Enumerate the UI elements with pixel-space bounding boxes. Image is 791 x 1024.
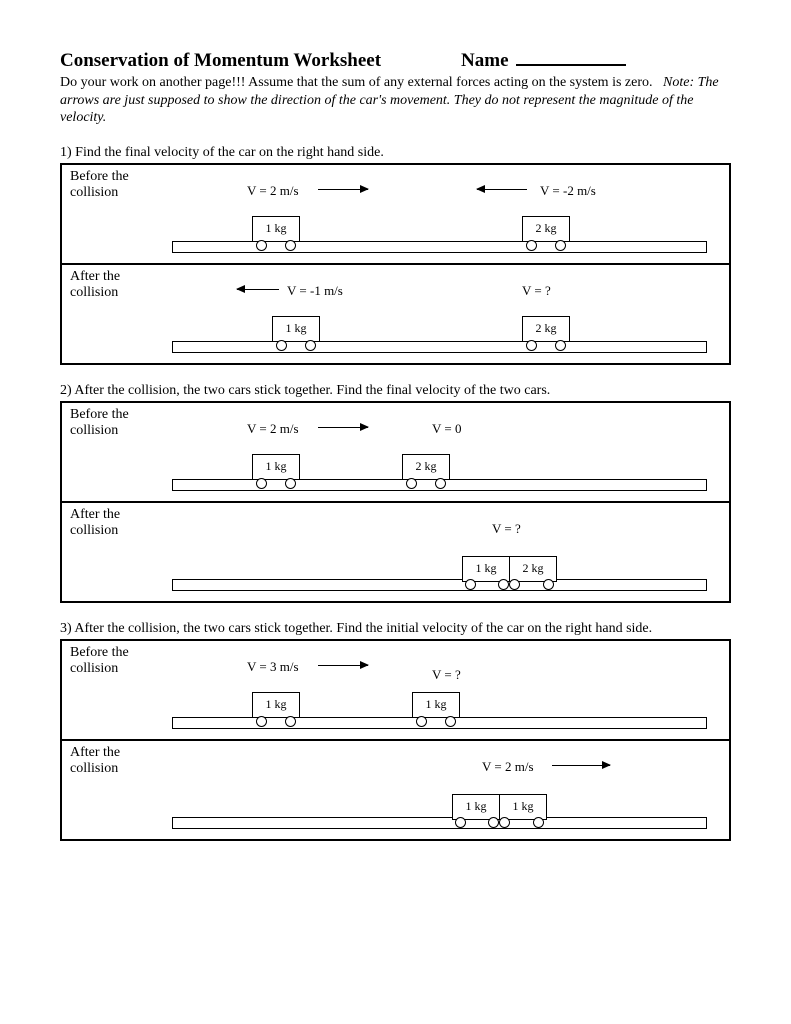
- instructions-text: Do your work on another page!!! Assume t…: [60, 75, 653, 90]
- wheel-icon: [499, 817, 510, 828]
- wheel-icon: [509, 579, 520, 590]
- problem-3-after-panel: After the collision V = 2 m/s 1 kg 1 kg: [62, 739, 729, 839]
- arrow-right-icon: [318, 665, 368, 666]
- problem-1-after-panel: After the collision V = -1 m/s 1 kg V = …: [62, 263, 729, 363]
- velocity-label: V = -2 m/s: [540, 183, 596, 199]
- arrow-right-icon: [318, 427, 368, 428]
- track: [172, 717, 707, 729]
- car-mass: 1 kg: [426, 697, 447, 712]
- wheel-icon: [305, 340, 316, 351]
- problem-1-box: Before the collision V = 2 m/s 1 kg V = …: [60, 163, 731, 365]
- wheel-icon: [465, 579, 476, 590]
- car-mass-2: 2 kg: [510, 556, 557, 582]
- car-1: 1 kg: [252, 454, 300, 480]
- wheel-icon: [285, 716, 296, 727]
- car-mass: 2 kg: [536, 221, 557, 236]
- velocity-label: V = ?: [492, 521, 521, 537]
- car-1: 1 kg: [252, 692, 300, 718]
- velocity-label: V = 2 m/s: [247, 421, 299, 437]
- wheel-icon: [416, 716, 427, 727]
- car-mass-1: 1 kg: [462, 556, 510, 582]
- car-2: 1 kg: [412, 692, 460, 718]
- track: [172, 579, 707, 591]
- arrow-right-icon: [552, 765, 610, 766]
- arrow-right-icon: [318, 189, 368, 190]
- problem-2-after-panel: After the collision V = ? 1 kg 2 kg: [62, 501, 729, 601]
- car-mass-2: 1 kg: [500, 794, 547, 820]
- worksheet-title: Conservation of Momentum Worksheet: [60, 50, 381, 72]
- wheel-icon: [455, 817, 466, 828]
- header: Conservation of Momentum Worksheet Name: [60, 50, 731, 72]
- velocity-label: V = ?: [432, 667, 461, 683]
- wheel-icon: [435, 478, 446, 489]
- question-3-text: 3) After the collision, the two cars sti…: [60, 621, 731, 637]
- name-field: Name: [461, 50, 626, 72]
- wheel-icon: [555, 340, 566, 351]
- instructions: Do your work on another page!!! Assume t…: [60, 74, 731, 127]
- wheel-icon: [285, 240, 296, 251]
- track: [172, 817, 707, 829]
- wheel-icon: [445, 716, 456, 727]
- problem-3-before-panel: Before the collision V = 3 m/s 1 kg V = …: [62, 641, 729, 739]
- car-mass: 1 kg: [286, 321, 307, 336]
- wheel-icon: [488, 817, 499, 828]
- velocity-label: V = 3 m/s: [247, 659, 299, 675]
- wheel-icon: [285, 478, 296, 489]
- problem-2-box: Before the collision V = 2 m/s 1 kg V = …: [60, 401, 731, 603]
- car-2: 2 kg: [522, 316, 570, 342]
- velocity-label: V = -1 m/s: [287, 283, 343, 299]
- velocity-label: V = 2 m/s: [247, 183, 299, 199]
- after-label: After the collision: [70, 507, 160, 541]
- car-1: 1 kg: [252, 216, 300, 242]
- wheel-icon: [498, 579, 509, 590]
- wheel-icon: [256, 478, 267, 489]
- car-mass-1: 1 kg: [452, 794, 500, 820]
- problem-3-box: Before the collision V = 3 m/s 1 kg V = …: [60, 639, 731, 841]
- wheel-icon: [555, 240, 566, 251]
- car-1: 1 kg: [272, 316, 320, 342]
- wheel-icon: [256, 716, 267, 727]
- after-label: After the collision: [70, 745, 160, 779]
- car-mass: 2 kg: [536, 321, 557, 336]
- before-label: Before the collision: [70, 645, 160, 679]
- car-mass: 1 kg: [266, 459, 287, 474]
- joined-cars: 1 kg 2 kg: [462, 556, 557, 580]
- joined-cars: 1 kg 1 kg: [452, 794, 547, 818]
- name-label: Name: [461, 50, 508, 71]
- track: [172, 341, 707, 353]
- wheel-icon: [526, 240, 537, 251]
- wheel-icon: [406, 478, 417, 489]
- wheel-icon: [256, 240, 267, 251]
- problem-1-before-panel: Before the collision V = 2 m/s 1 kg V = …: [62, 165, 729, 263]
- velocity-label: V = ?: [522, 283, 551, 299]
- name-blank-line[interactable]: [516, 64, 626, 66]
- question-1-text: 1) Find the final velocity of the car on…: [60, 145, 731, 161]
- wheel-icon: [543, 579, 554, 590]
- car-2: 2 kg: [402, 454, 450, 480]
- car-mass: 1 kg: [266, 221, 287, 236]
- after-label: After the collision: [70, 269, 160, 303]
- wheel-icon: [526, 340, 537, 351]
- wheel-icon: [276, 340, 287, 351]
- velocity-label: V = 0: [432, 421, 462, 437]
- problem-2-before-panel: Before the collision V = 2 m/s 1 kg V = …: [62, 403, 729, 501]
- before-label: Before the collision: [70, 407, 160, 441]
- car-2: 2 kg: [522, 216, 570, 242]
- track: [172, 241, 707, 253]
- car-mass: 2 kg: [416, 459, 437, 474]
- car-mass: 1 kg: [266, 697, 287, 712]
- wheel-icon: [533, 817, 544, 828]
- velocity-label: V = 2 m/s: [482, 759, 534, 775]
- arrow-left-icon: [477, 189, 527, 190]
- before-label: Before the collision: [70, 169, 160, 203]
- arrow-left-icon: [237, 289, 279, 290]
- question-2-text: 2) After the collision, the two cars sti…: [60, 383, 731, 399]
